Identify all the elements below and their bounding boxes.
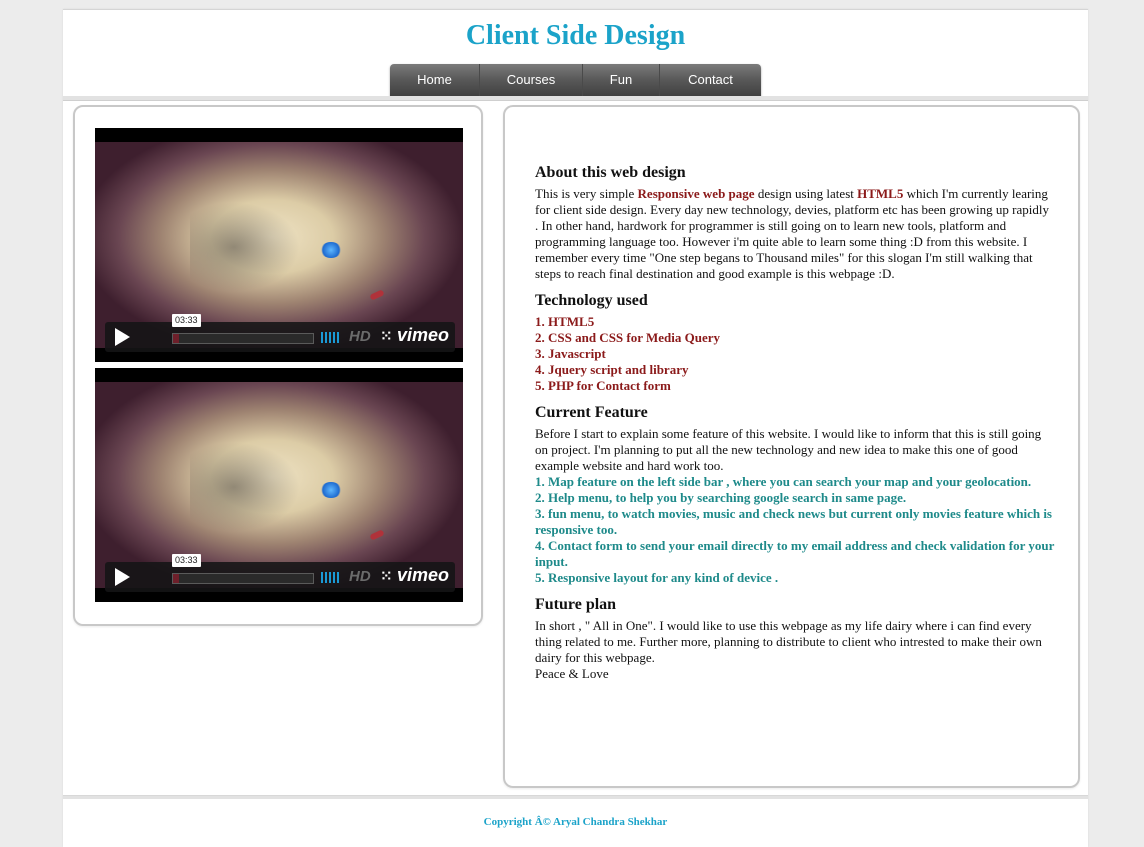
video-timecode: 03:33	[172, 554, 201, 567]
about-section: About this web design This is very simpl…	[535, 163, 1055, 282]
article-content: About this web design This is very simpl…	[535, 163, 1055, 691]
technology-heading: Technology used	[535, 292, 648, 309]
video-progress-bar[interactable]	[172, 333, 314, 344]
main-nav: Home Courses Fun Contact	[390, 64, 761, 97]
about-heading: About this web design	[535, 164, 686, 181]
nav-courses[interactable]: Courses	[480, 64, 583, 97]
technology-item: 3. Javascript	[535, 346, 606, 361]
site-title: Client Side Design	[465, 20, 686, 51]
volume-icon[interactable]	[321, 572, 339, 583]
video-sidebar: 03:33 HD ⁙ vimeo 03:33 HD ⁙ vimeo	[73, 105, 483, 626]
feature-item: 5. Responsive layout for any kind of dev…	[535, 570, 779, 585]
about-text: This is very simple Responsive web page …	[535, 186, 1049, 281]
play-icon[interactable]	[115, 568, 130, 586]
video-player-1[interactable]: 03:33 HD ⁙ vimeo	[95, 128, 463, 362]
fullscreen-icon[interactable]: ⁙	[380, 567, 393, 585]
video-thumbnail[interactable]	[95, 382, 463, 588]
vimeo-logo[interactable]: vimeo	[397, 565, 449, 586]
future-heading: Future plan	[535, 596, 617, 613]
video-player-2[interactable]: 03:33 HD ⁙ vimeo	[95, 368, 463, 602]
content-panel: About this web design This is very simpl…	[503, 105, 1080, 788]
video-thumbnail[interactable]	[95, 142, 463, 348]
signoff-text: Peace & Love	[535, 666, 609, 681]
footer-copyright: Copyright Â© Aryal Chandra Shekhar	[483, 816, 668, 828]
technology-item: 5. PHP for Contact form	[535, 378, 671, 393]
technology-section: Technology used 1. HTML5 2. CSS and CSS …	[535, 291, 1055, 394]
footer-divider	[63, 795, 1088, 799]
feature-item: 3. fun menu, to watch movies, music and …	[535, 506, 1052, 537]
nav-home[interactable]: Home	[390, 64, 480, 97]
header-divider	[63, 96, 1088, 101]
hd-icon[interactable]: HD	[349, 328, 371, 345]
feature-item: 1. Map feature on the left side bar , wh…	[535, 474, 1032, 489]
nav-contact[interactable]: Contact	[660, 64, 761, 97]
vimeo-logo[interactable]: vimeo	[397, 325, 449, 346]
volume-icon[interactable]	[321, 332, 339, 343]
nav-fun[interactable]: Fun	[583, 64, 660, 97]
video-timecode: 03:33	[172, 314, 201, 327]
feature-item: 2. Help menu, to help you by searching g…	[535, 490, 907, 505]
page-container: Client Side Design Home Courses Fun Cont…	[63, 9, 1088, 847]
feature-item: 4. Contact form to send your email direc…	[535, 538, 1055, 569]
technology-item: 2. CSS and CSS for Media Query	[535, 330, 721, 345]
play-icon[interactable]	[115, 328, 130, 346]
technology-item: 1. HTML5	[535, 314, 595, 329]
video-progress-bar[interactable]	[172, 573, 314, 584]
future-text: In short , " All in One". I would like t…	[535, 618, 1042, 665]
highlight-responsive: Responsive web page	[637, 186, 755, 201]
video-controls: 03:33 HD ⁙ vimeo	[105, 314, 455, 352]
features-section: Current Feature Before I start to explai…	[535, 403, 1055, 586]
video-controls: 03:33 HD ⁙ vimeo	[105, 554, 455, 592]
hd-icon[interactable]: HD	[349, 568, 371, 585]
features-heading: Current Feature	[535, 404, 648, 421]
highlight-html5: HTML5	[857, 186, 904, 201]
technology-item: 4. Jquery script and library	[535, 362, 689, 377]
features-intro: Before I start to explain some feature o…	[535, 426, 1042, 473]
fullscreen-icon[interactable]: ⁙	[380, 327, 393, 345]
future-section: Future plan In short , " All in One". I …	[535, 595, 1055, 682]
